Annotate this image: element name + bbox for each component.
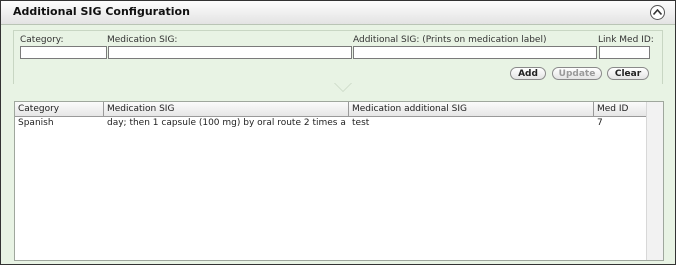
- add-button[interactable]: Add: [510, 67, 546, 80]
- additional-sig-input[interactable]: [353, 46, 597, 59]
- chevron-up-icon[interactable]: [650, 5, 665, 20]
- clear-button[interactable]: Clear: [607, 67, 649, 80]
- medication-sig-label: Medication SIG:: [107, 35, 178, 45]
- additional-sig-panel: Additional SIG Configuration Category: M…: [0, 0, 676, 265]
- cell-additional-sig: test: [352, 118, 370, 128]
- panel-title: Additional SIG Configuration: [13, 5, 190, 18]
- medication-sig-input[interactable]: [108, 46, 352, 59]
- sig-table: Category Medication SIG Medication addit…: [14, 101, 664, 261]
- category-input[interactable]: [20, 46, 107, 59]
- cell-med-id: 7: [597, 118, 603, 128]
- table-scrollbar[interactable]: [646, 102, 663, 260]
- column-header-additional-sig[interactable]: Medication additional SIG: [349, 102, 594, 116]
- category-label: Category:: [20, 35, 64, 45]
- cell-medication-sig: day; then 1 capsule (100 mg) by oral rou…: [107, 118, 349, 128]
- column-header-category[interactable]: Category: [15, 102, 104, 116]
- sig-entry-form: Category: Medication SIG: Additional SIG…: [13, 30, 663, 84]
- column-header-medication-sig[interactable]: Medication SIG: [104, 102, 349, 116]
- link-med-id-label: Link Med ID:: [598, 35, 654, 45]
- form-pointer-fill: [335, 83, 351, 91]
- column-header-med-id[interactable]: Med ID: [594, 102, 647, 116]
- panel-header: Additional SIG Configuration: [1, 1, 675, 25]
- additional-sig-label: Additional SIG: (Prints on medication la…: [353, 35, 547, 45]
- update-button[interactable]: Update: [552, 67, 602, 80]
- cell-category: Spanish: [18, 118, 54, 128]
- link-med-id-input[interactable]: [599, 46, 650, 59]
- table-header: Category Medication SIG Medication addit…: [15, 102, 663, 117]
